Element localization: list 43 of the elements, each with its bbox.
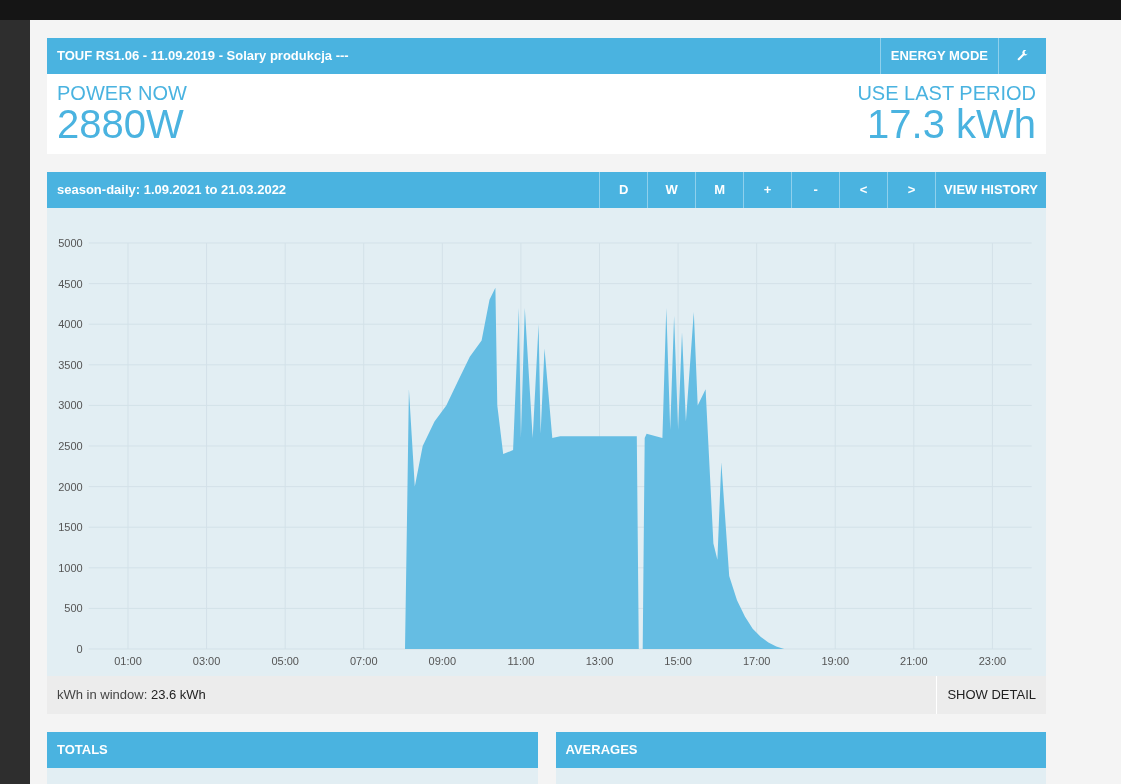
use-last-period-value: 17.3 kWh	[867, 104, 1036, 144]
period-button[interactable]: >	[887, 172, 936, 208]
y-tick-label: 1000	[58, 561, 83, 574]
period-button[interactable]: D	[599, 172, 648, 208]
period-button[interactable]: <	[839, 172, 888, 208]
y-tick-label: 3000	[58, 399, 83, 412]
y-tick-label: 2500	[58, 440, 83, 452]
x-tick-label: 23:00	[978, 655, 1007, 667]
x-tick-label: 11:00	[507, 655, 535, 667]
device-title: TOUF RS1.06 - 11.09.2019 - Solary produkcja ---	[56, 47, 350, 66]
view-history-button[interactable]: VIEW HISTORY	[935, 172, 1046, 208]
summary-panel-title: AVERAGES	[564, 741, 639, 760]
y-tick-label: 500	[64, 602, 83, 615]
y-tick-label: 3500	[58, 358, 83, 371]
power-now-label: POWER NOW	[57, 82, 187, 104]
x-tick-label: 17:00	[742, 655, 771, 667]
x-tick-label: 21:00	[900, 655, 928, 667]
power-now-value: 2880W	[57, 104, 185, 144]
history-title: season-daily: 1.09.2021 to 21.03.2022	[56, 181, 288, 200]
y-tick-label: 1500	[58, 521, 83, 534]
show-detail-button[interactable]: SHOW DETAIL	[936, 676, 1046, 714]
x-tick-label: 07:00	[350, 655, 378, 667]
energy-mode-button[interactable]: ENERGY MODE	[879, 38, 998, 74]
x-tick-label: 13:00	[585, 655, 614, 667]
y-tick-label: 2000	[58, 480, 83, 493]
x-tick-label: 03:00	[192, 655, 221, 667]
x-tick-label: 19:00	[821, 655, 849, 667]
x-tick-label: 15:00	[664, 655, 692, 667]
y-tick-label: 4000	[58, 318, 83, 331]
y-tick-label: 5000	[58, 237, 83, 249]
period-button[interactable]: +	[743, 172, 792, 208]
y-tick-label: 4500	[58, 277, 83, 290]
y-tick-label: 0	[76, 643, 83, 655]
period-button[interactable]: -	[791, 172, 840, 208]
period-button[interactable]: W	[647, 172, 696, 208]
period-button[interactable]: M	[695, 172, 744, 208]
x-tick-label: 05:00	[271, 655, 299, 667]
use-last-period-label: USE LAST PERIOD	[857, 82, 1036, 104]
summary-panel-title: TOTALS	[56, 741, 109, 760]
x-tick-label: 09:00	[428, 655, 457, 667]
x-tick-label: 01:00	[114, 655, 142, 667]
wrench-icon	[1016, 50, 1029, 62]
kwh-in-window-text: kWh in window: 23.6 kWh	[56, 686, 207, 705]
